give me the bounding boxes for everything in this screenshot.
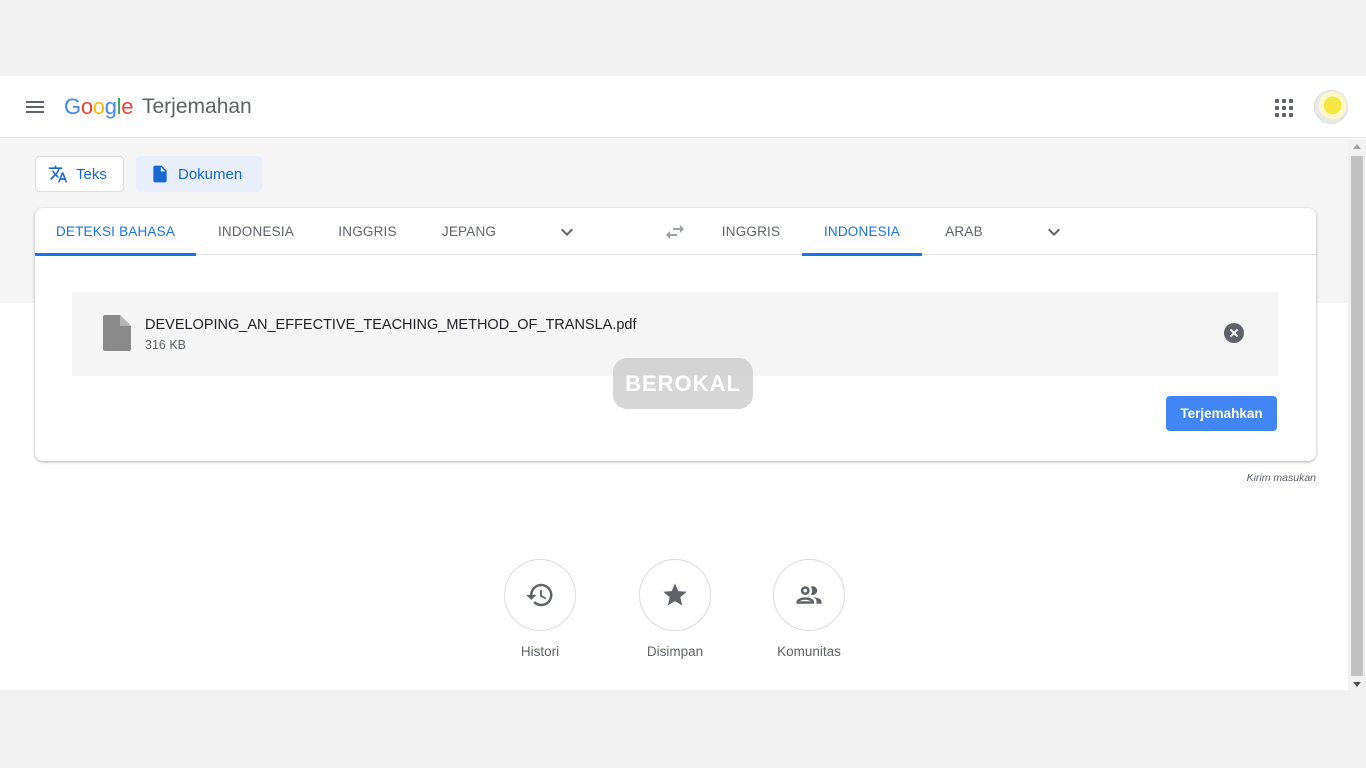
logo-letter: o bbox=[92, 94, 105, 119]
logo-letter: g bbox=[104, 94, 117, 119]
tab-target-indonesia[interactable]: INDONESIA bbox=[802, 208, 922, 256]
tab-source-jepang[interactable]: JEPANG bbox=[419, 208, 519, 255]
community-icon bbox=[796, 586, 822, 604]
text-mode-label: Teks bbox=[76, 165, 107, 183]
saved-button[interactable]: Disimpan bbox=[638, 559, 712, 659]
logo-letter: o bbox=[80, 94, 93, 119]
translate-icon bbox=[48, 165, 68, 183]
swap-languages-icon[interactable] bbox=[663, 220, 687, 244]
logo-letter: G bbox=[64, 94, 81, 119]
menu-icon[interactable] bbox=[24, 97, 48, 117]
history-button[interactable]: Histori bbox=[503, 559, 577, 659]
document-mode-label: Dokumen bbox=[178, 165, 243, 183]
file-size: 316 KB bbox=[145, 338, 187, 352]
target-more-languages-icon[interactable] bbox=[1042, 220, 1066, 244]
language-bar: DETEKSI BAHASA INDONESIA INGGRIS JEPANG … bbox=[35, 208, 1316, 256]
saved-circle bbox=[639, 559, 711, 631]
translate-button[interactable]: Terjemahkan bbox=[1166, 396, 1277, 431]
tab-target-arab[interactable]: ARAB bbox=[922, 208, 1006, 255]
scroll-up-icon[interactable] bbox=[1353, 144, 1361, 149]
translate-page: Google Terjemahan Teks Dokumen DETEKSI B… bbox=[0, 76, 1366, 690]
top-header: Google Terjemahan bbox=[0, 76, 1366, 138]
community-label: Komunitas bbox=[777, 644, 841, 659]
tab-source-indonesia[interactable]: INDONESIA bbox=[196, 208, 316, 255]
scroll-down-icon[interactable] bbox=[1353, 682, 1361, 687]
history-icon bbox=[526, 583, 553, 607]
scroll-thumb[interactable] bbox=[1351, 156, 1363, 676]
file-icon bbox=[103, 315, 131, 351]
tab-source-detect[interactable]: DETEKSI BAHASA bbox=[35, 208, 196, 256]
send-feedback-link[interactable]: Kirim masukan bbox=[1200, 472, 1316, 484]
account-avatar[interactable] bbox=[1314, 90, 1348, 124]
watermark: BEROKAL bbox=[613, 358, 753, 409]
star-icon bbox=[663, 583, 687, 606]
apps-grid-icon[interactable] bbox=[1272, 96, 1296, 120]
history-circle bbox=[504, 559, 576, 631]
source-more-languages-icon[interactable] bbox=[555, 220, 579, 244]
tab-target-inggris[interactable]: INGGRIS bbox=[703, 208, 799, 255]
vertical-scrollbar[interactable] bbox=[1348, 139, 1366, 690]
community-circle bbox=[773, 559, 845, 631]
logo-letter: e bbox=[121, 94, 134, 119]
file-name: DEVELOPING_AN_EFFECTIVE_TEACHING_METHOD_… bbox=[145, 317, 637, 333]
remove-file-icon[interactable] bbox=[1224, 323, 1244, 343]
tab-source-inggris[interactable]: INGGRIS bbox=[316, 208, 419, 255]
community-button[interactable]: Komunitas bbox=[772, 559, 846, 659]
document-mode-button[interactable]: Dokumen bbox=[136, 156, 262, 192]
text-mode-button[interactable]: Teks bbox=[35, 156, 124, 192]
history-label: Histori bbox=[520, 644, 560, 659]
product-name[interactable]: Terjemahan bbox=[142, 95, 252, 119]
saved-label: Disimpan bbox=[646, 644, 704, 659]
google-logo[interactable]: Google bbox=[64, 94, 133, 120]
document-icon bbox=[153, 165, 167, 183]
document-translate-card: DETEKSI BAHASA INDONESIA INGGRIS JEPANG … bbox=[35, 208, 1316, 461]
